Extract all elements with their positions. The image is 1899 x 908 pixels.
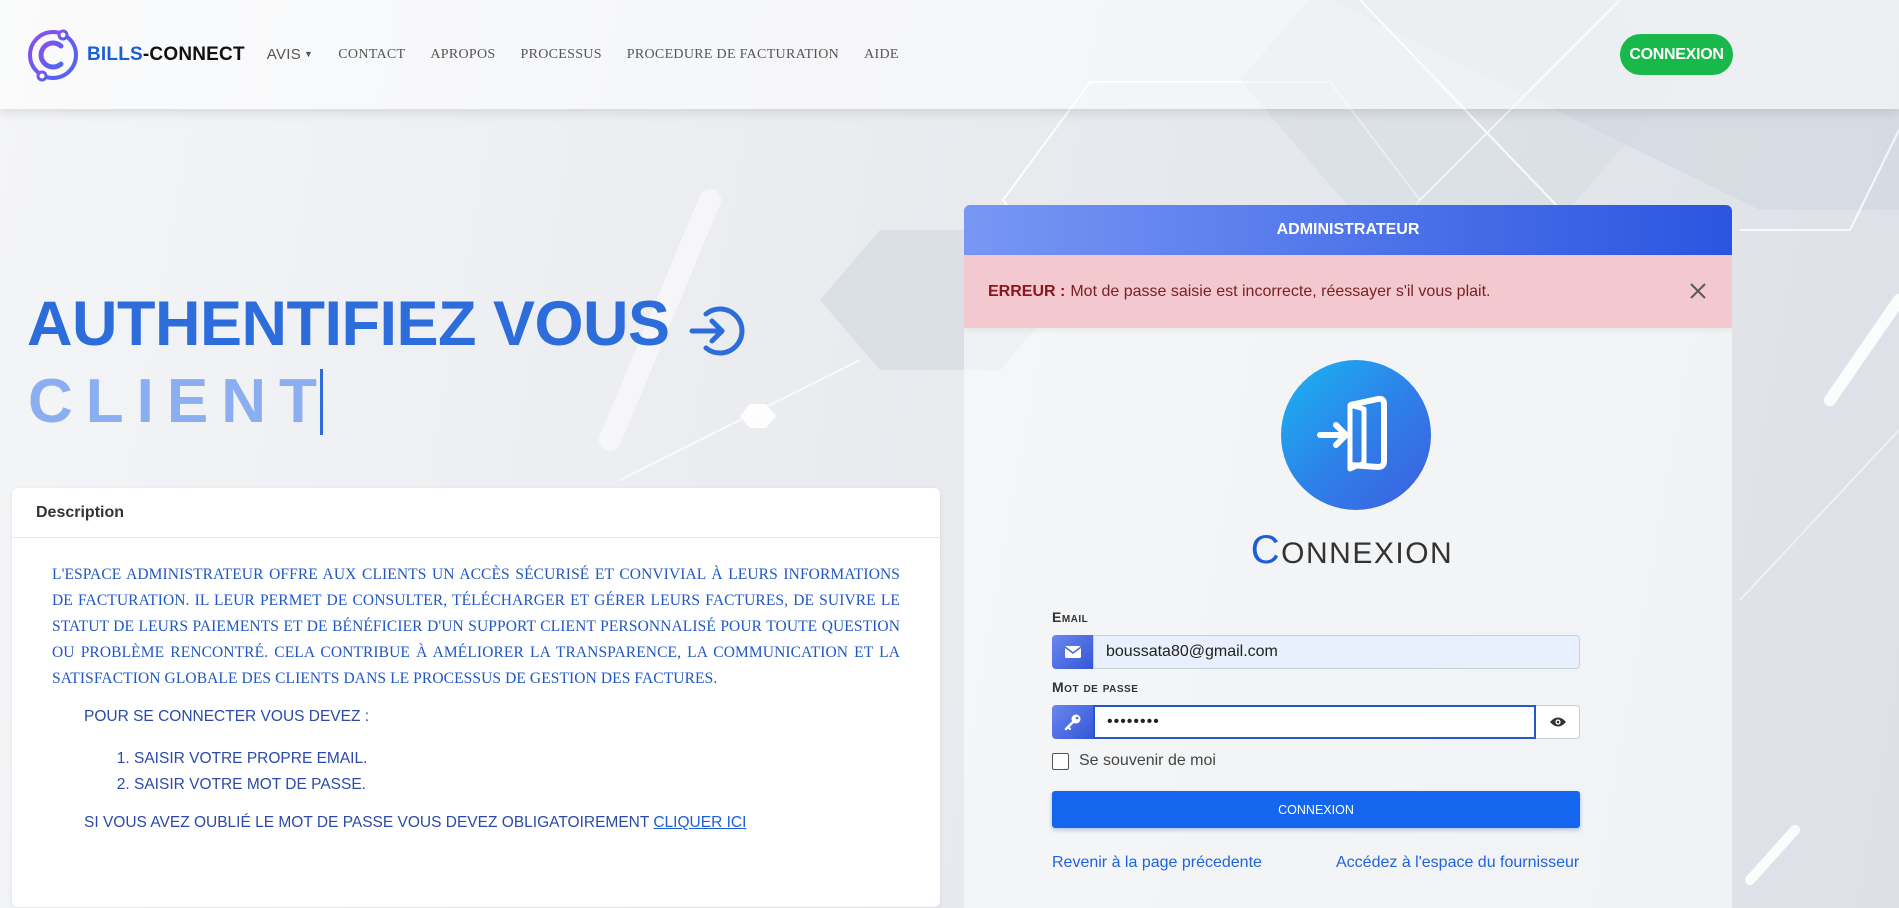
login-door-icon bbox=[1281, 360, 1431, 510]
remember-me-checkbox[interactable] bbox=[1052, 752, 1069, 770]
nav-connexion-button[interactable]: CONNEXION bbox=[1620, 34, 1733, 75]
login-title-initial: C bbox=[1250, 528, 1282, 572]
hero-title: AUTHENTIFIEZ VOUS bbox=[27, 287, 746, 361]
back-link[interactable]: Revenir à la page précedente bbox=[1052, 854, 1262, 872]
login-submit-button[interactable]: CONNEXION bbox=[1052, 791, 1580, 828]
description-card: Description L'ESPACE ADMINISTRATEUR OFFR… bbox=[12, 488, 940, 907]
description-step: SAISIR VOTRE PROPRE EMAIL. bbox=[134, 746, 900, 772]
eye-icon bbox=[1549, 717, 1566, 727]
error-alert: ERREUR : Mot de passe saisie est incorre… bbox=[964, 255, 1732, 328]
sign-in-icon bbox=[689, 306, 744, 356]
email-input-group bbox=[1052, 635, 1580, 669]
email-field[interactable] bbox=[1093, 635, 1580, 669]
description-paragraph: L'ESPACE ADMINISTRATEUR OFFRE AUX CLIENT… bbox=[52, 566, 900, 687]
description-steps: SAISIR VOTRE PROPRE EMAIL. SAISIR VOTRE … bbox=[116, 746, 900, 798]
description-step: SAISIR VOTRE MOT DE PASSE. bbox=[134, 772, 900, 798]
nav-contact[interactable]: CONTACT bbox=[338, 47, 405, 63]
forgot-password-link[interactable]: CLIQUER ICI bbox=[653, 814, 746, 831]
close-icon[interactable] bbox=[1688, 281, 1708, 301]
brand[interactable]: BILLS-CONNECT bbox=[25, 27, 245, 83]
forgot-password-text: SI VOUS AVEZ OUBLIÉ LE MOT DE PASSE VOUS… bbox=[84, 814, 900, 832]
login-title-rest: ONNEXION bbox=[1281, 537, 1454, 570]
panel-header: ADMINISTRATEUR bbox=[964, 205, 1732, 255]
hero-subtitle: CLIENT bbox=[28, 366, 323, 437]
login-title: CONNEXION bbox=[964, 528, 1732, 573]
door-enter-icon bbox=[1317, 395, 1387, 472]
envelope-icon bbox=[1052, 635, 1093, 669]
nav-avis-label: AVIS bbox=[266, 46, 302, 63]
remember-me-label: Se souvenir de moi bbox=[1079, 752, 1216, 769]
brand-name: BILLS-CONNECT bbox=[87, 44, 245, 66]
nav-processus[interactable]: PROCESSUS bbox=[521, 47, 602, 63]
nav-aide[interactable]: AIDE bbox=[864, 47, 899, 63]
hero-title-text: AUTHENTIFIEZ VOUS bbox=[27, 289, 670, 359]
login-panel: ADMINISTRATEUR ERREUR : Mot de passe sai… bbox=[964, 205, 1732, 908]
password-field[interactable] bbox=[1093, 705, 1536, 739]
remember-me[interactable]: Se souvenir de moi bbox=[1052, 752, 1216, 770]
error-message: Mot de passe saisie est incorrecte, rées… bbox=[1070, 282, 1491, 300]
supplier-space-link[interactable]: Accédez à l'espace du fournisseur bbox=[1336, 854, 1579, 872]
password-label: Mot de passe bbox=[1052, 679, 1139, 695]
description-header: Description bbox=[12, 488, 940, 538]
brand-name-part2: -CONNECT bbox=[142, 43, 245, 65]
caret-down-icon: ▼ bbox=[304, 49, 314, 59]
hero-subtitle-text: CLIENT bbox=[28, 367, 330, 436]
description-intro: POUR SE CONNECTER VOUS DEVEZ : bbox=[84, 708, 370, 725]
nav-apropos[interactable]: APROPOS bbox=[430, 47, 495, 63]
email-label: Email bbox=[1052, 609, 1089, 625]
error-label: ERREUR : bbox=[988, 282, 1066, 300]
forgot-password-label: SI VOUS AVEZ OUBLIÉ LE MOT DE PASSE VOUS… bbox=[84, 814, 650, 831]
toggle-password-visibility-button[interactable] bbox=[1536, 705, 1580, 739]
brand-name-part1: BILLS bbox=[87, 43, 143, 65]
nav-menu: AVIS ▼ CONTACT APROPOS PROCESSUS PROCEDUR… bbox=[267, 46, 924, 63]
typing-cursor bbox=[319, 368, 323, 435]
navbar: BILLS-CONNECT AVIS ▼ CONTACT APROPOS PROC… bbox=[0, 0, 1899, 109]
bills-connect-logo-icon bbox=[28, 29, 78, 81]
nav-procedure-facturation[interactable]: PROCEDURE DE FACTURATION bbox=[627, 47, 839, 63]
password-input-group bbox=[1052, 705, 1580, 739]
nav-avis-dropdown[interactable]: AVIS ▼ bbox=[267, 46, 314, 63]
key-icon bbox=[1052, 705, 1093, 739]
description-body: L'ESPACE ADMINISTRATEUR OFFRE AUX CLIENT… bbox=[12, 538, 940, 832]
